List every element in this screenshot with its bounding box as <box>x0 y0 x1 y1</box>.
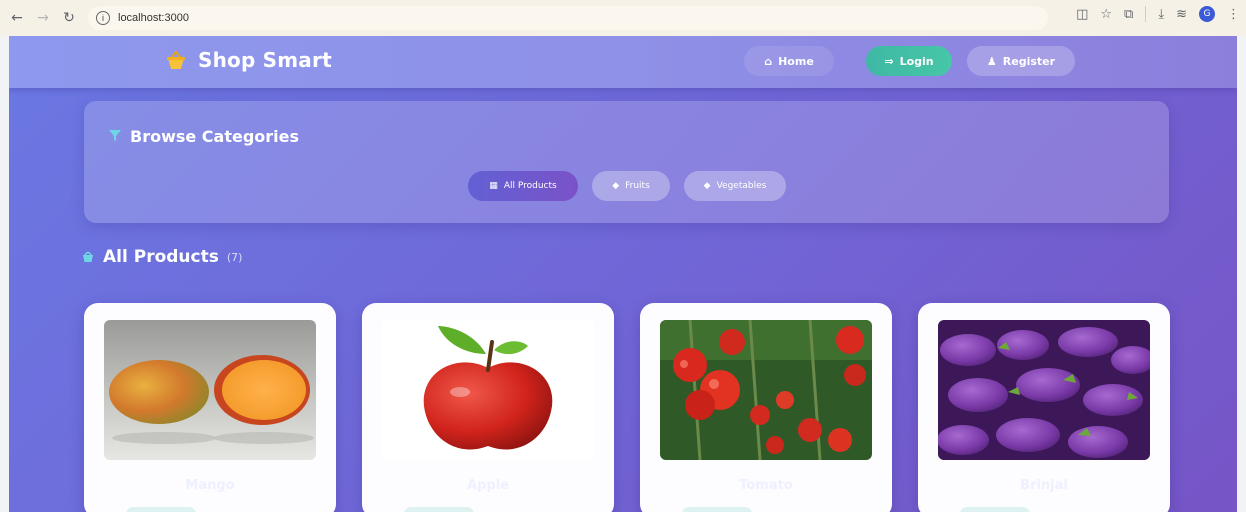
product-card[interactable]: Brinjal <box>918 303 1170 512</box>
login-label: Login <box>899 54 934 68</box>
categories-heading: Browse Categories <box>108 127 299 146</box>
star-icon[interactable]: ☆ <box>1100 7 1112 22</box>
nav-home-link[interactable]: ⌂ Home <box>744 46 834 76</box>
category-label: All Products <box>503 181 557 191</box>
products-heading: All Products (7) <box>81 247 242 267</box>
product-card[interactable]: Mango <box>84 303 336 512</box>
product-category-badge <box>126 507 196 512</box>
categories-title: Browse Categories <box>130 127 300 146</box>
browser-actions: ◫ ☆ ⧉ ⤓ ≋ G ⋮ <box>1076 6 1240 22</box>
extensions-icon[interactable]: ⧉ <box>1124 7 1133 22</box>
product-card[interactable]: Apple <box>362 303 614 512</box>
forward-icon[interactable]: → <box>30 5 56 31</box>
tag-icon: ◆ <box>703 181 711 191</box>
download-icon[interactable]: ⤓ <box>1158 7 1164 22</box>
product-name: Apple <box>467 478 509 493</box>
category-label: Vegetables <box>716 181 767 191</box>
login-icon: ⇒ <box>884 54 894 68</box>
register-label: Register <box>1002 54 1056 68</box>
user-plus-icon: ♟ <box>986 54 997 68</box>
translate-icon[interactable]: ◫ <box>1076 7 1088 22</box>
filter-icon <box>108 127 122 146</box>
home-icon: ⌂ <box>764 54 773 68</box>
category-vegetables-button[interactable]: ◆ Vegetables <box>684 171 786 201</box>
back-icon[interactable]: ← <box>4 5 30 31</box>
basket-icon <box>81 248 95 267</box>
category-fruits-button[interactable]: ◆ Fruits <box>592 171 670 201</box>
toolbar-divider <box>1145 6 1147 22</box>
product-category-badge <box>960 507 1030 512</box>
page-content: Shop Smart ⌂ Home ⇒ Login ♟ Register Bro… <box>9 36 1237 512</box>
grid-icon: ▦ <box>489 181 498 191</box>
brand[interactable]: Shop Smart <box>164 48 332 72</box>
product-card[interactable]: Tomato <box>640 303 892 512</box>
products-title: All Products <box>103 247 219 267</box>
product-category-badge <box>682 507 752 512</box>
tag-icon: ◆ <box>612 181 620 191</box>
profile-avatar[interactable]: G <box>1199 6 1215 22</box>
category-all-products-button[interactable]: ▦ All Products <box>468 171 578 201</box>
url-text: localhost:3000 <box>118 12 189 24</box>
reload-icon[interactable]: ↻ <box>56 5 82 31</box>
product-image-brinjal[interactable] <box>938 320 1150 460</box>
menu-icon[interactable]: ⋮ <box>1227 7 1240 22</box>
extension-icon[interactable]: ≋ <box>1176 7 1187 22</box>
address-bar[interactable]: i localhost:3000 <box>88 6 1048 30</box>
site-info-icon[interactable]: i <box>96 11 110 25</box>
products-count: (7) <box>226 250 243 264</box>
brand-name: Shop Smart <box>198 48 332 72</box>
product-image-tomato[interactable] <box>660 320 872 460</box>
categories-panel: Browse Categories ▦ All Products ◆ Fruit… <box>84 101 1169 223</box>
product-category-badge <box>404 507 474 512</box>
product-name: Brinjal <box>1020 478 1068 493</box>
login-button[interactable]: ⇒ Login <box>866 46 952 76</box>
register-button[interactable]: ♟ Register <box>967 46 1075 76</box>
nav-home-label: Home <box>778 54 814 68</box>
product-image-mango[interactable] <box>104 320 316 460</box>
site-navbar: Shop Smart ⌂ Home ⇒ Login ♟ Register <box>9 36 1237 88</box>
product-name: Tomato <box>739 478 793 493</box>
product-name: Mango <box>185 478 235 493</box>
basket-logo-icon <box>164 49 188 71</box>
browser-toolbar: ← → ↻ i localhost:3000 ◫ ☆ ⧉ ⤓ ≋ G ⋮ <box>0 0 1246 36</box>
product-image-apple[interactable] <box>382 320 594 460</box>
category-label: Fruits <box>625 181 650 191</box>
